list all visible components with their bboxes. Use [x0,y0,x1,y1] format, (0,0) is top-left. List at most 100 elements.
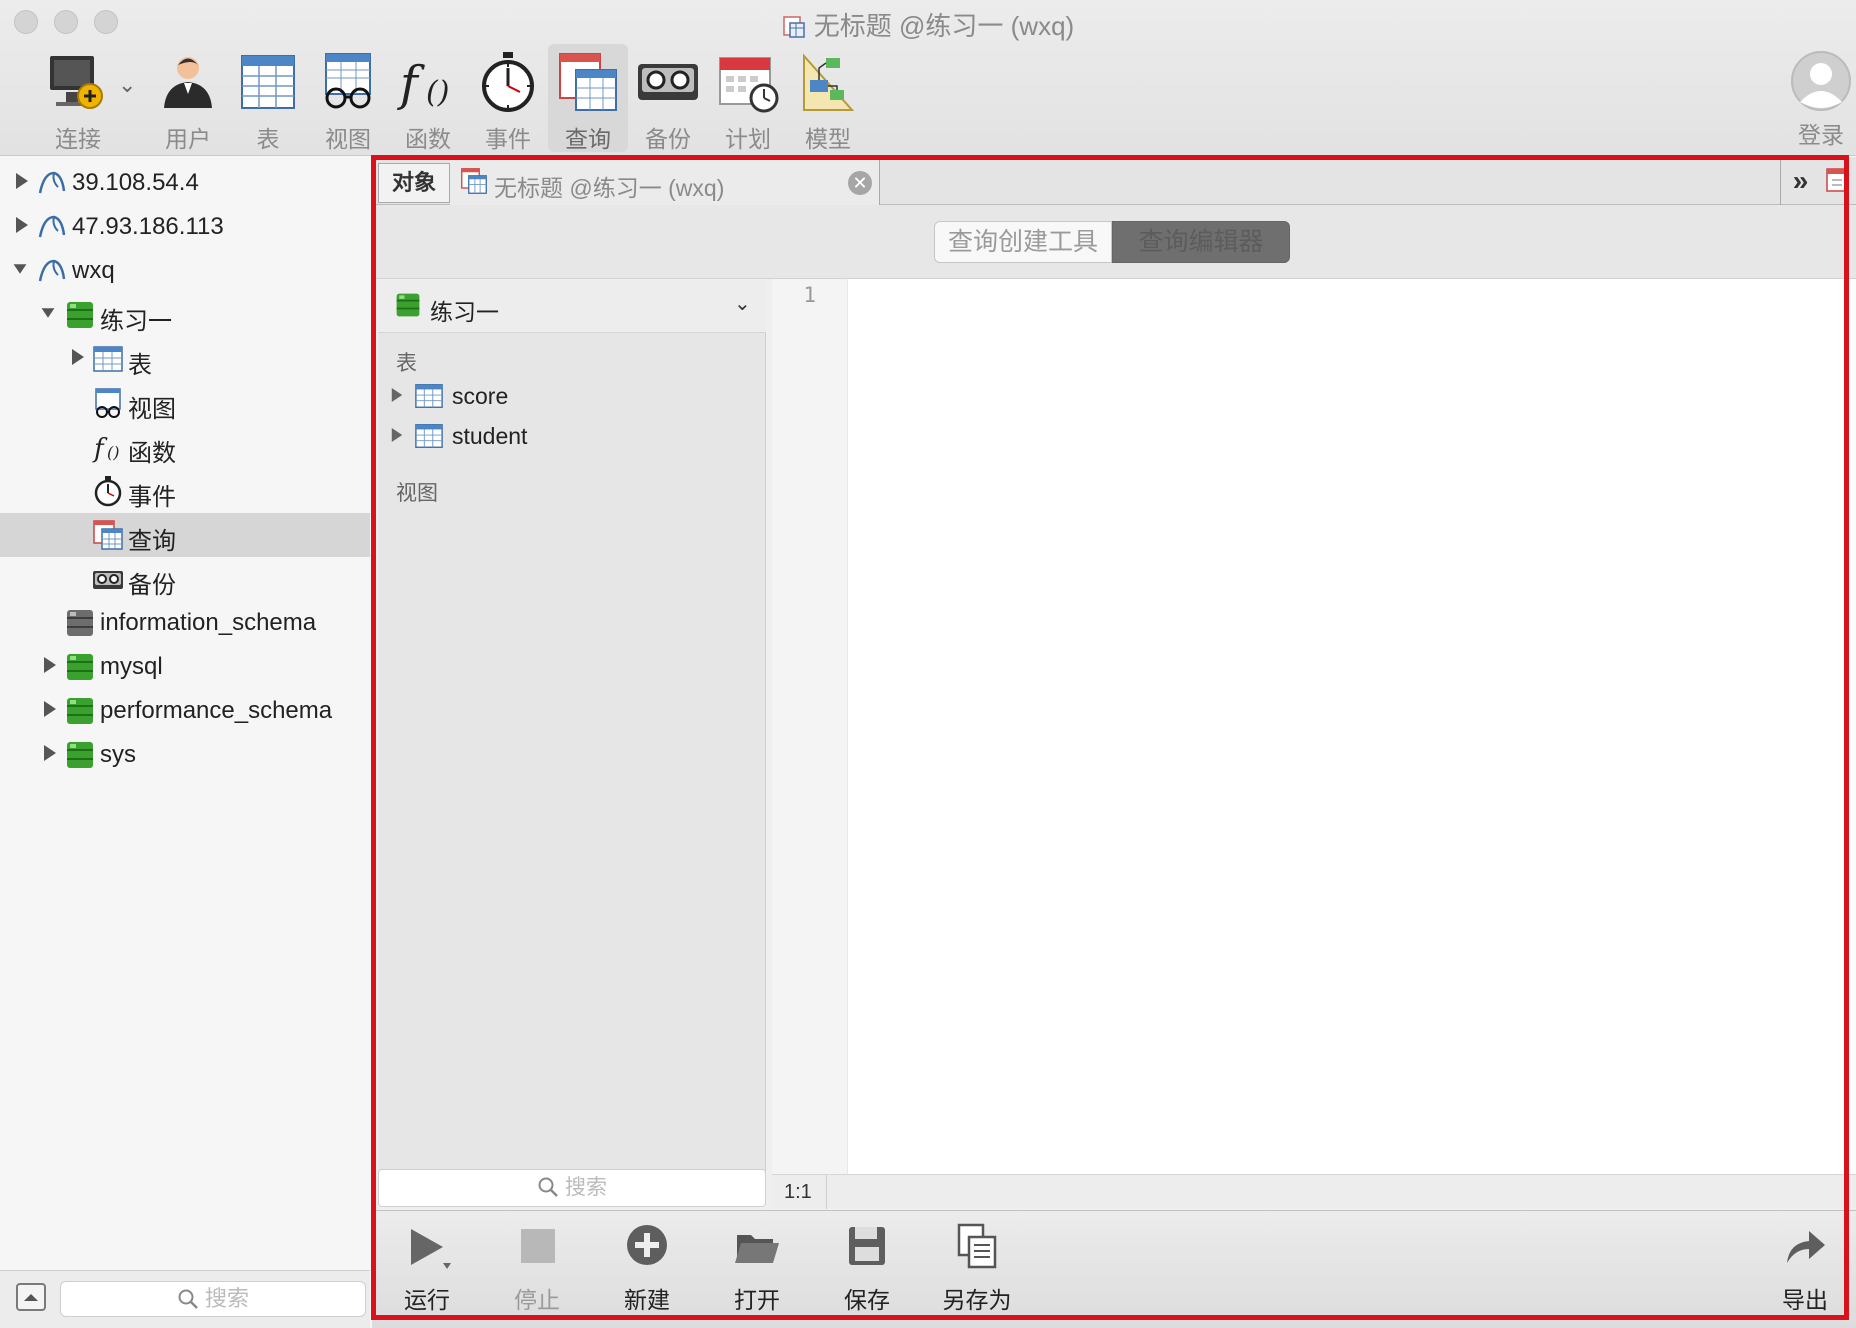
sql-editor[interactable]: 1 [772,279,1856,1174]
svg-text:(): () [426,75,449,110]
database-green-icon [67,654,93,680]
stop-button[interactable]: 停止 [492,1223,582,1315]
tree-item-database-practice[interactable]: 练习一 [0,293,370,337]
run-label: 运行 [404,1287,450,1313]
views-section-header: 视图 [396,482,438,505]
tree-item-label: 备份 [128,572,176,599]
toolbar-schedule[interactable]: 计划 [708,50,788,154]
tree-item-queries[interactable]: 查询 [0,513,370,557]
editor-status-bar: 1:1 [772,1174,1856,1209]
table-icon [415,384,443,408]
tree-item-database-mysql[interactable]: mysql [0,645,370,689]
tree-item-functions[interactable]: f() 函数 [0,425,370,469]
toolbar-connection[interactable]: 连接 [38,50,118,154]
cursor-position: 1:1 [784,1181,812,1203]
tree-item-backups[interactable]: 备份 [0,557,370,601]
collapse-arrow-icon[interactable] [12,259,28,279]
connection-navigator: 39.108.54.4 47.93.186.113 wxq 练习一 表 视图 f… [0,157,370,1270]
add-circle-icon [627,1225,667,1265]
toolbar-user[interactable]: 用户 [148,50,228,154]
expand-arrow-icon[interactable] [42,699,58,719]
save-label: 保存 [844,1287,890,1313]
close-tab-icon[interactable]: ✕ [848,171,872,195]
new-label: 新建 [624,1287,670,1313]
tree-item-label: sys [100,741,136,768]
search-icon [538,1177,558,1197]
tree-item-label: 函数 [128,440,176,467]
toolbar-query[interactable]: 查询 [548,44,628,152]
tree-item-connection-wxq[interactable]: wxq [0,249,370,293]
expand-arrow-icon[interactable] [14,215,30,235]
table-item-student[interactable]: student [388,417,758,455]
expand-arrow-icon[interactable] [42,655,58,675]
save-as-button[interactable]: 另存为 [932,1223,1022,1315]
tab-overflow-button[interactable]: » [1780,159,1820,205]
tree-item-connection-1[interactable]: 39.108.54.4 [0,161,370,205]
tree-item-views[interactable]: 视图 [0,381,370,425]
tree-item-tables[interactable]: 表 [0,337,370,381]
expand-arrow-icon[interactable] [390,386,404,404]
query-editor-tab[interactable]: 查询编辑器 [1112,221,1290,263]
toolbar-model[interactable]: 模型 [788,50,868,154]
open-label: 打开 [734,1287,780,1313]
new-query-button[interactable]: 新建 [602,1223,692,1315]
stop-label: 停止 [514,1287,560,1313]
database-selector-value: 练习一 [430,299,499,325]
expand-arrow-icon[interactable] [14,171,30,191]
user-icon [164,57,212,108]
toolbar-view[interactable]: 视图 [308,50,388,154]
window-title-text: 无标题 @练习一 (wxq) [813,11,1075,41]
database-selector[interactable]: 练习一 ⌄ [378,281,766,333]
line-number: 1 [803,283,816,307]
query-icon [782,15,806,46]
stopwatch-icon [482,52,534,112]
toolbar-event[interactable]: 事件 [468,50,548,154]
toolbar-view-label: 视图 [325,126,371,152]
expand-arrow-icon[interactable] [390,426,404,444]
expand-arrow-icon[interactable] [42,743,58,763]
line-number-gutter: 1 [772,279,848,1174]
tab-objects[interactable]: 对象 [378,163,450,203]
chevron-down-icon[interactable]: ⌄ [118,72,136,98]
expand-arrow-icon[interactable] [70,347,86,367]
query-actions-toolbar: 运行 停止 新建 打开 保存 另存为 导出 [372,1210,1856,1328]
query-builder-tab[interactable]: 查询创建工具 [934,221,1112,263]
collapse-arrow-icon[interactable] [40,303,56,323]
run-button[interactable]: 运行 [382,1223,472,1315]
object-search-placeholder: 搜索 [565,1176,607,1199]
tree-item-database-performance-schema[interactable]: performance_schema [0,689,370,733]
toggle-info-pane-button[interactable] [16,1283,46,1311]
stopwatch-icon [94,476,122,507]
tree-item-label: performance_schema [100,697,333,724]
toolbar-connection-label: 连接 [55,126,101,152]
avatar-icon [1791,51,1851,111]
search-icon [178,1289,198,1309]
connection-icon [50,56,103,109]
mysql-connection-icon [38,171,66,194]
database-green-icon [67,698,93,724]
tree-item-database-information-schema[interactable]: information_schema [0,601,370,645]
tab-query[interactable]: 无标题 @练习一 (wxq) ✕ [450,159,880,205]
window-title: 无标题 @练习一 (wxq) [0,6,1856,46]
table-icon [93,346,123,372]
tree-item-events[interactable]: 事件 [0,469,370,513]
main-panel: 对象 无标题 @练习一 (wxq) ✕ » 查询创建工具 查询编辑器 练习一 ⌄… [372,157,1856,1328]
toolbar-table[interactable]: 表 [228,50,308,154]
open-button[interactable]: 打开 [712,1223,802,1315]
tab-query-label: 无标题 @练习一 (wxq) [494,175,725,201]
new-query-tab-icon[interactable] [1826,167,1848,195]
save-button[interactable]: 保存 [822,1223,912,1315]
object-search-input[interactable]: 搜索 [378,1169,766,1207]
sidebar-search-input[interactable]: 搜索 [60,1281,366,1317]
toolbar-function[interactable]: f() 函数 [388,50,468,154]
table-icon [415,424,443,448]
stop-icon [521,1229,555,1263]
export-button[interactable]: 导出 [1760,1223,1850,1315]
tree-item-connection-2[interactable]: 47.93.186.113 [0,205,370,249]
tree-item-database-sys[interactable]: sys [0,733,370,777]
table-item-score[interactable]: score [388,377,758,415]
login-button[interactable]: 登录 [1786,50,1856,150]
mysql-connection-icon [38,259,66,282]
toolbar-backup[interactable]: 备份 [628,50,708,154]
object-browser-panel: 练习一 ⌄ 表 score student 视图 [378,281,766,1171]
